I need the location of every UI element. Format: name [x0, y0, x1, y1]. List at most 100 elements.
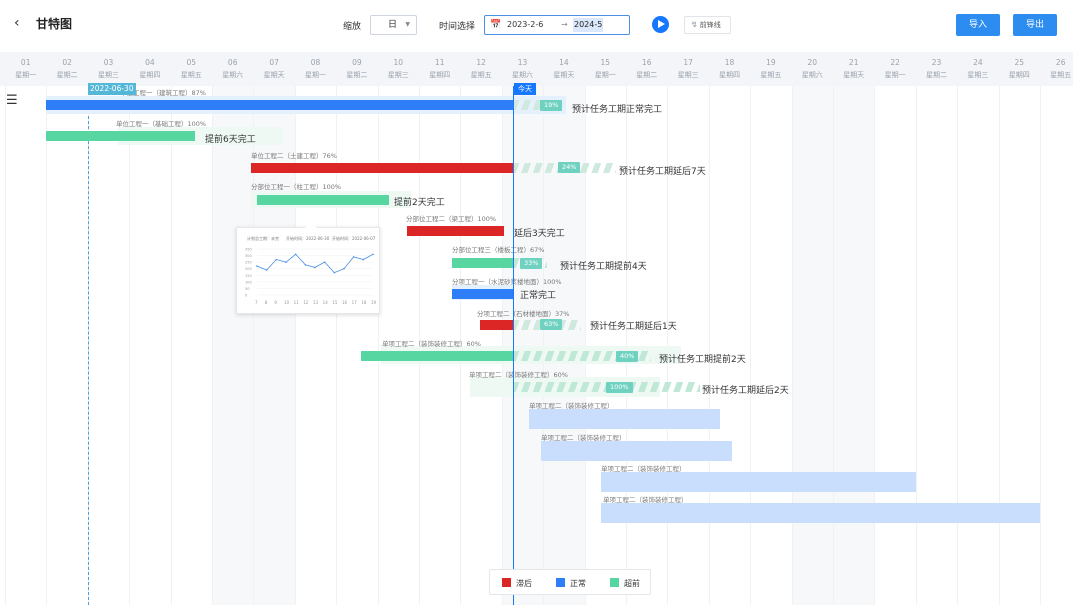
export-button[interactable]: 导出: [1013, 14, 1057, 36]
grid-column: [833, 86, 875, 605]
day-number: 14: [559, 58, 569, 67]
popup-line-chart: 350 300 250 200 150 100 50 0 7 8 9 10 11 12 13 14 15 16 17…: [245, 248, 377, 306]
day-weekday: 星期二: [56, 71, 78, 79]
day-header-cell: 25 星期四: [999, 52, 1040, 86]
date-range-picker[interactable]: 📅 2023-2-6 → 2024-5: [484, 15, 630, 35]
task-note-7: 正常完工: [520, 291, 557, 301]
popup-x-tick: 12: [303, 300, 309, 305]
popup-x-tick: 19: [371, 300, 377, 305]
task-note-8: 预计任务工期延后1天: [590, 322, 677, 332]
day-weekday: 星期三: [677, 71, 699, 79]
task-bar-6[interactable]: [452, 258, 513, 268]
popup-x-tick: 18: [361, 300, 367, 305]
day-number: 26: [1055, 58, 1066, 67]
popup-y-tick: 250: [245, 261, 252, 265]
day-number: 18: [724, 58, 735, 67]
task-bar-7[interactable]: [452, 289, 513, 299]
popup-series-point: [285, 261, 287, 263]
task-pct-1: 19%: [540, 100, 563, 111]
popup-series-point: [294, 253, 297, 256]
task-note-4: 提前2天完工: [394, 198, 445, 208]
day-header-cell: 06 星期六: [212, 52, 253, 86]
day-weekday: 星期四: [429, 71, 451, 79]
day-weekday: 星期二: [925, 71, 947, 79]
import-button[interactable]: 导入: [956, 14, 1000, 36]
task-bar-13[interactable]: [601, 472, 916, 492]
day-weekday: 星期二: [346, 71, 368, 79]
task-pct-8: 63%: [540, 319, 563, 330]
grid-column: [750, 86, 791, 605]
day-weekday: 星期五: [470, 71, 492, 79]
task-label-5: 分部位工程二（梁工程）100%: [406, 215, 497, 223]
popup-series-point: [343, 267, 345, 270]
popup-series-point: [333, 271, 336, 274]
popup-y-tick: 200: [245, 267, 252, 271]
day-header-cell: 11 星期四: [419, 52, 460, 86]
day-header-cell: 09 星期二: [336, 52, 377, 86]
calendar-icon: 📅: [490, 20, 502, 30]
popup-y-tick: 150: [245, 274, 252, 278]
baseline-date-tag: 2022-06-30: [88, 83, 136, 95]
task-bar-8[interactable]: [480, 320, 513, 330]
day-header-cell: 26 星期五: [1040, 52, 1073, 86]
task-detail-popup: 计划总工期：未完 开始时间：2022-06-30 开始时间：2022-06-07…: [236, 222, 380, 314]
day-number: 05: [186, 58, 197, 67]
day-number: 07: [269, 58, 279, 67]
task-bar-4[interactable]: [257, 195, 389, 205]
grid-column: [129, 86, 170, 605]
task-bar-14[interactable]: [601, 503, 1040, 523]
day-header-cell: 18 星期四: [709, 52, 750, 86]
popup-y-tick: 350: [245, 248, 252, 252]
menu-collapse-icon[interactable]: ☰: [6, 94, 24, 110]
task-pct-3: 24%: [558, 162, 581, 173]
day-weekday: 星期五: [1050, 71, 1072, 79]
front-line-button[interactable]: ↯ 前锋线: [684, 16, 731, 34]
task-bar-5[interactable]: [407, 226, 504, 236]
task-bar-2[interactable]: [46, 131, 195, 141]
day-number: 12: [476, 58, 486, 67]
legend-normal-swatch: [556, 578, 565, 587]
zoom-select[interactable]: 日 ▼: [370, 15, 417, 35]
range-start-input[interactable]: 2023-2-6: [507, 16, 543, 34]
day-weekday: 星期天: [263, 71, 285, 79]
popup-series-point: [352, 256, 355, 258]
timeline-header: 01 星期一 02 星期二 03 星期三 04 星期四 05 星期五 06 星期六 07 星期天 08 星期一…: [0, 52, 1073, 86]
time-select-label: 时间选择: [439, 22, 476, 32]
day-number: 16: [641, 58, 652, 67]
grid-column: [998, 86, 1040, 605]
task-bar-12[interactable]: [541, 441, 732, 461]
task-pct-9: 40%: [616, 351, 639, 362]
grid-column: [915, 86, 957, 605]
grid-column: [791, 86, 833, 605]
page-title: 甘特图: [36, 17, 73, 31]
day-number: 13: [517, 58, 528, 67]
task-label-3: 单位工程二（土建工程）76%: [251, 152, 337, 160]
day-header-cell: 12 星期五: [460, 52, 501, 86]
day-header-cell: 05 星期五: [171, 52, 212, 86]
task-note-3: 预计任务工期延后7天: [619, 167, 706, 177]
front-line-icon: ↯: [691, 20, 698, 29]
task-bar-11[interactable]: [529, 409, 720, 429]
task-bar-3[interactable]: [251, 163, 513, 173]
day-header-cell: 21 星期天: [833, 52, 874, 86]
zoom-label: 缩放: [343, 22, 362, 32]
caret-down-icon: ▼: [405, 21, 410, 28]
day-weekday: 星期三: [967, 71, 989, 79]
popup-series-point: [362, 258, 365, 261]
popup-x-tick: 14: [323, 300, 329, 305]
range-end-input[interactable]: 2024-5: [573, 18, 604, 32]
grid-column: [170, 86, 212, 605]
task-bar-9[interactable]: [361, 351, 513, 361]
task-bar-1[interactable]: [46, 100, 513, 110]
task-note-1: 预计任务工期正常完工: [572, 105, 663, 115]
task-note-5: 延后3天完工: [514, 229, 565, 239]
play-button[interactable]: [652, 16, 669, 33]
chevron-left-icon[interactable]: ‹: [14, 15, 20, 31]
day-number: 25: [1014, 58, 1025, 67]
day-header-cell: 19 星期五: [750, 52, 791, 86]
day-header-cell: 13 星期六: [502, 52, 543, 86]
day-number: 24: [973, 58, 983, 67]
popup-series-point: [323, 261, 326, 263]
popup-x-tick: 10: [284, 300, 290, 305]
day-weekday: 星期一: [304, 71, 326, 79]
